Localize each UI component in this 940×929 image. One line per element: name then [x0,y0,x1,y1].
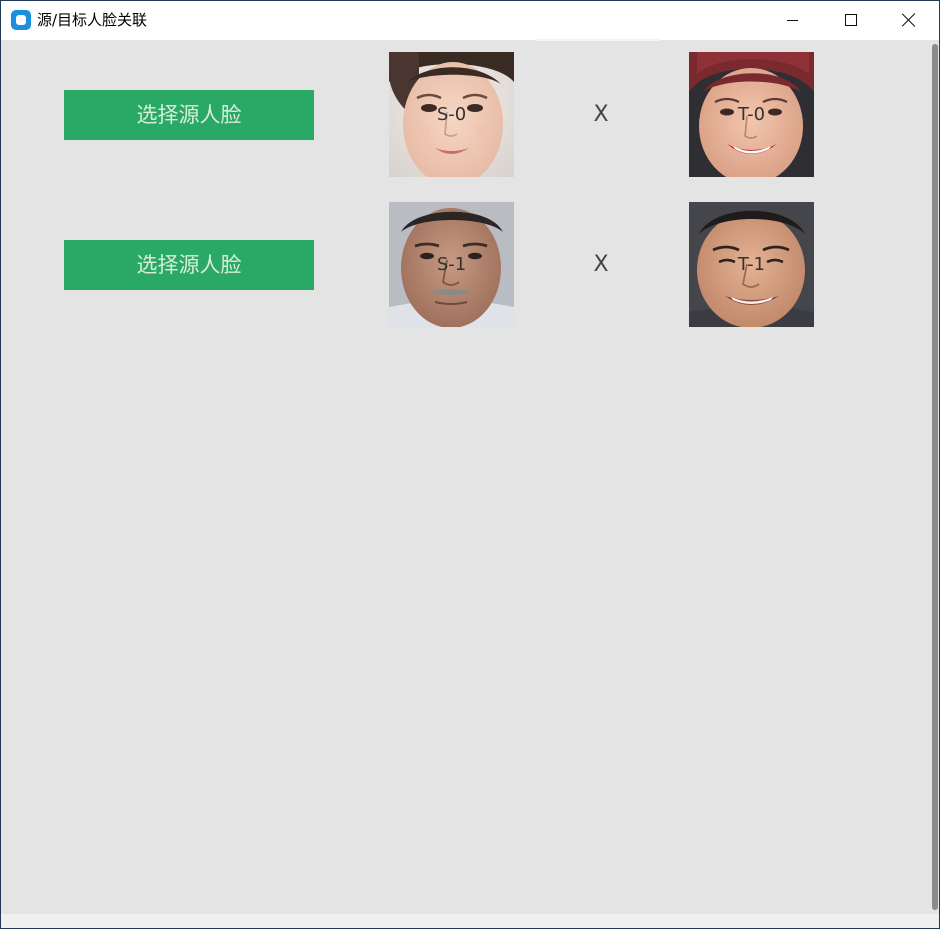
target-face-thumbnail[interactable]: T-1 [689,202,814,327]
select-source-face-button[interactable]: 选择源人脸 [64,240,314,290]
mapping-row: 选择源人脸 [1,190,931,327]
window-title: 源/目标人脸关联 [37,11,148,29]
close-icon [902,13,916,27]
source-face-label: S-0 [436,104,467,125]
title-bar[interactable]: 源/目标人脸关联 [1,1,939,40]
target-face-label: T-0 [737,104,766,125]
mapping-row: 选择源人脸 [1,40,931,177]
source-face-label: S-1 [436,254,467,275]
source-face-thumbnail[interactable]: S-0 [389,52,514,177]
minimize-button[interactable] [765,1,821,40]
target-face-label: T-1 [737,254,766,275]
pair-separator: X [593,252,609,277]
source-face-thumbnail[interactable]: S-1 [389,202,514,327]
vertical-scrollbar[interactable] [931,40,939,914]
mapping-list: 选择源人脸 S-0 X T-0 选择源人脸 S-1 X T-1 [1,40,931,914]
pair-separator: X [593,102,609,127]
app-icon [11,10,31,30]
close-button[interactable] [881,1,937,40]
select-source-face-button[interactable]: 选择源人脸 [64,90,314,140]
target-face-thumbnail[interactable]: T-0 [689,52,814,177]
app-window: 源/目标人脸关联 选择源人脸 S-0 X T-0 选择源人脸 S-1 X T-1 [0,0,940,929]
scrollbar-thumb[interactable] [932,44,938,910]
maximize-button[interactable] [823,1,879,40]
minimize-icon [787,20,798,21]
bottom-edge [1,914,939,928]
maximize-icon [845,14,857,26]
